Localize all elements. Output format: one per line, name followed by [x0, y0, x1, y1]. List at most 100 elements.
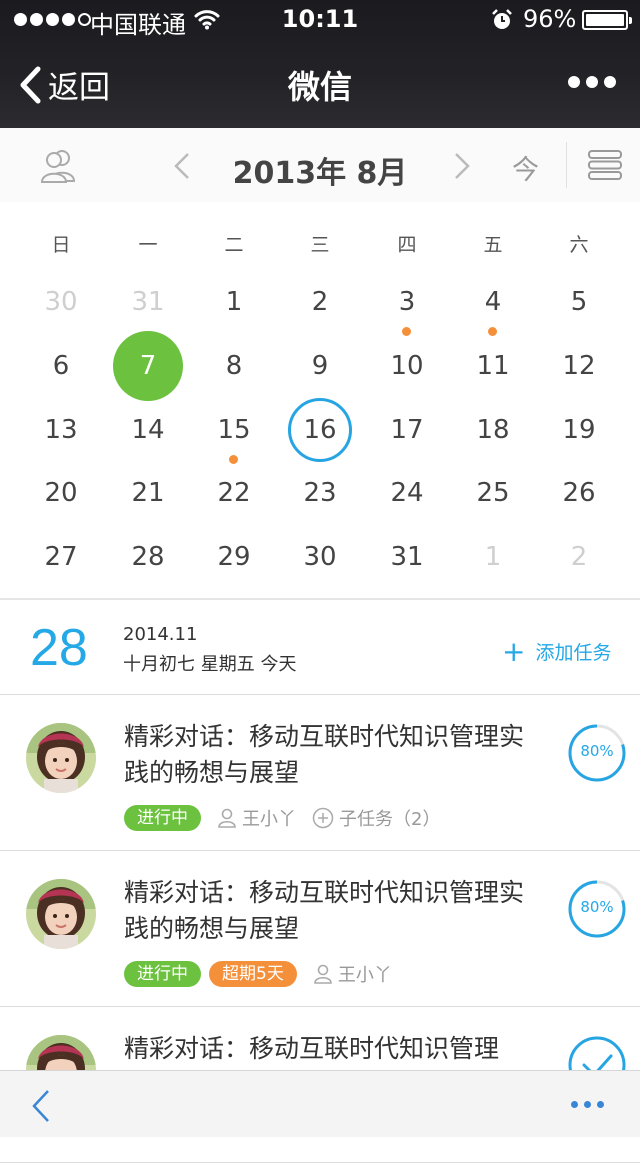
progress-label: 80% — [580, 898, 614, 916]
calendar-day[interactable]: 26 — [536, 461, 622, 525]
day-number: 26 — [562, 478, 596, 508]
list-view-icon[interactable] — [588, 150, 622, 180]
subtasks[interactable]: 子任务（2） — [312, 805, 440, 831]
top-bar: 中国联通 10:11 96% 返回 微信 — [0, 0, 640, 128]
calendar-day[interactable]: 9 — [277, 334, 363, 398]
calendar-day[interactable]: 3 — [364, 270, 450, 336]
day-number: 30 — [303, 542, 337, 572]
day-number: 15 — [217, 415, 251, 445]
chevron-left-icon[interactable] — [30, 1089, 52, 1123]
subtasks-label: 子任务（2） — [339, 809, 441, 830]
alarm-icon — [492, 9, 512, 29]
add-task-label: 添加任务 — [535, 642, 612, 664]
calendar-day[interactable]: 28 — [105, 525, 191, 589]
more-options-button[interactable] — [568, 76, 616, 88]
calendar-day[interactable]: 30 — [18, 270, 104, 334]
assignee-name: 王小丫 — [337, 965, 392, 986]
calendar-day[interactable]: 11 — [450, 334, 536, 398]
month-label: 2013年 8月 — [232, 156, 408, 191]
day-number: 2 — [311, 287, 329, 317]
calendar-day[interactable]: 31 — [364, 525, 450, 589]
navigation-bar: 返回 微信 — [0, 40, 640, 128]
day-number: 13 — [44, 415, 78, 445]
day-number: 16 — [303, 415, 337, 445]
day-number: 9 — [311, 351, 329, 381]
calendar-day[interactable]: 12 — [536, 334, 622, 398]
day-number: 19 — [562, 415, 596, 445]
weekday-label: 四 — [397, 234, 417, 256]
day-number: 20 — [44, 478, 78, 508]
calendar-day[interactable]: 10 — [364, 334, 450, 398]
weekday-header: 日一二三四五六 — [0, 230, 640, 260]
calendar-day[interactable]: 14 — [105, 398, 191, 462]
day-number: 6 — [52, 351, 70, 381]
calendar-day[interactable]: 17 — [364, 398, 450, 462]
calendar-day[interactable]: 1 — [450, 525, 536, 589]
calendar-day[interactable]: 25 — [450, 461, 536, 525]
day-number: 12 — [562, 351, 596, 381]
task-title: 精彩对话：移动互联时代知识管理实践的畅想与展望 — [124, 722, 525, 787]
task-item[interactable]: 精彩对话：移动互联时代知识管理实践的畅想与展望 进行中 王小丫 子任务（2） 80% — [0, 695, 640, 851]
day-number: 8 — [225, 351, 243, 381]
day-number: 4 — [484, 287, 502, 317]
day-number: 31 — [390, 542, 424, 572]
task-meta: 进行中 超期5天 王小丫 — [124, 961, 392, 987]
calendar-day[interactable]: 4 — [450, 270, 536, 336]
calendar-day[interactable]: 20 — [18, 461, 104, 525]
assignee: 王小丫 — [217, 805, 296, 831]
day-number: 2 — [570, 542, 588, 572]
weekday-label: 五 — [483, 234, 503, 256]
calendar-day[interactable]: 13 — [18, 398, 104, 462]
calendar-day[interactable]: 23 — [277, 461, 363, 525]
day-number: 3 — [398, 287, 416, 317]
day-number: 10 — [390, 351, 424, 381]
calendar-day[interactable]: 15 — [191, 398, 277, 464]
bottom-toolbar — [0, 1070, 640, 1137]
calendar-day-selected[interactable]: 7 — [105, 331, 191, 401]
calendar-day[interactable]: 19 — [536, 398, 622, 462]
day-number: 18 — [476, 415, 510, 445]
day-number: 22 — [217, 478, 251, 508]
add-task-button[interactable]: + 添加任务 — [502, 634, 612, 668]
calendar-day[interactable]: 31 — [105, 270, 191, 334]
weekday-label: 六 — [569, 234, 589, 256]
calendar-day[interactable]: 18 — [450, 398, 536, 462]
calendar-day[interactable]: 27 — [18, 525, 104, 589]
year-month: 2014.11 — [123, 624, 198, 645]
page-title: 微信 — [287, 68, 352, 106]
status-badge: 进行中 — [124, 961, 201, 987]
day-number: 25 — [476, 478, 510, 508]
overdue-badge: 超期5天 — [209, 961, 297, 987]
progress-ring: 80% — [567, 723, 627, 783]
divider — [566, 142, 567, 188]
calendar-day[interactable]: 2 — [277, 270, 363, 334]
calendar-day[interactable]: 2 — [536, 525, 622, 589]
calendar-grid: 日一二三四五六 30 31 1 2 3 4 5 6 7 8 9 10 11 12 13 14 15 16 17 18 1… — [0, 202, 640, 600]
calendar-day[interactable]: 8 — [191, 334, 277, 398]
task-item[interactable]: 精彩对话：移动互联时代知识管理实践的畅想与展望 进行中 超期5天 王小丫 80% — [0, 851, 640, 1007]
selected-date-info: 28 2014.11 十月初七 星期五 今天 + 添加任务 — [0, 600, 640, 695]
calendar-day[interactable]: 21 — [105, 461, 191, 525]
calendar-day[interactable]: 30 — [277, 525, 363, 589]
chevron-right-icon[interactable] — [452, 152, 472, 180]
task-title: 精彩对话：移动互联时代知识管理 — [124, 1034, 500, 1063]
battery-percentage: 96% — [523, 5, 577, 33]
day-number: 24 — [390, 478, 424, 508]
progress-label: 80% — [580, 742, 614, 760]
day-number: 17 — [390, 415, 424, 445]
plus-icon: + — [502, 634, 526, 668]
today-button[interactable]: 今 — [512, 148, 539, 187]
calendar-day-today[interactable]: 16 — [277, 398, 363, 462]
calendar-day[interactable]: 6 — [18, 334, 104, 398]
calendar-day[interactable]: 1 — [191, 270, 277, 334]
status-badge: 进行中 — [124, 805, 201, 831]
avatar — [26, 723, 96, 793]
day-number: 14 — [131, 415, 165, 445]
calendar-day[interactable]: 24 — [364, 461, 450, 525]
calendar-day[interactable]: 5 — [536, 270, 622, 334]
status-bar: 中国联通 10:11 96% — [0, 0, 640, 40]
calendar-day[interactable]: 22 — [191, 461, 277, 525]
day-number: 5 — [570, 287, 588, 317]
calendar-day[interactable]: 29 — [191, 525, 277, 589]
more-options-button[interactable] — [571, 1101, 604, 1108]
